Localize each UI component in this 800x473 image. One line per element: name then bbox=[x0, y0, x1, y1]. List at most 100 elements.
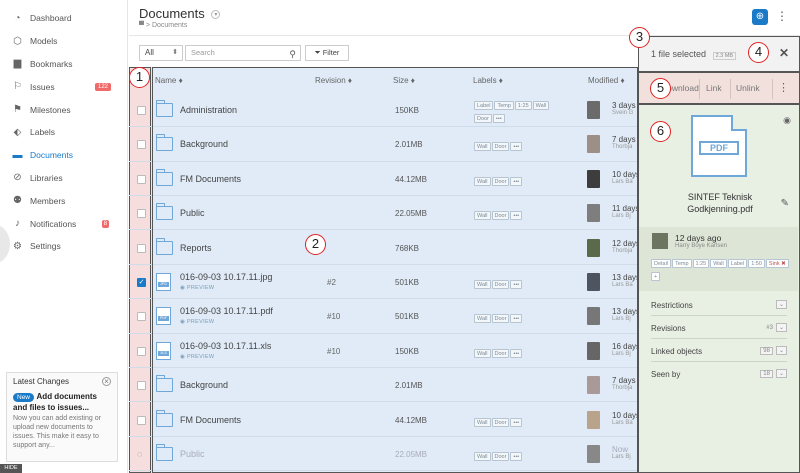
row-checkbox[interactable]: ✓ bbox=[137, 278, 146, 287]
sidebar-item-members[interactable]: ⚉ Members bbox=[0, 189, 127, 212]
link-button[interactable]: Link bbox=[706, 83, 722, 93]
section-seen-by[interactable]: Seen by 18 ⌄ bbox=[651, 369, 787, 379]
preview-link[interactable]: ◉ PREVIEW bbox=[180, 285, 214, 291]
label-tag: Door bbox=[491, 280, 510, 289]
modified-by: Thorbja bbox=[612, 385, 633, 392]
eye-icon[interactable]: ◉ bbox=[783, 115, 791, 126]
select-all-dropdown[interactable]: All ⬍ bbox=[139, 45, 183, 61]
row-name[interactable]: FM Documents bbox=[180, 415, 241, 425]
row-name[interactable]: 016-09-03 10.17.11.jpg bbox=[180, 272, 272, 282]
row-labels: Label Temp 1:25 Wall Door ••• bbox=[474, 99, 558, 125]
modified-by: Lars Ba bbox=[612, 419, 633, 426]
filter-button[interactable]: ⏷ Filter bbox=[305, 45, 349, 61]
pencil-icon[interactable]: ✎ bbox=[781, 198, 789, 209]
sidebar-item-libraries[interactable]: ⊘ Libraries bbox=[0, 167, 127, 190]
breadcrumb: ▀ > Documents bbox=[139, 22, 188, 29]
table-row[interactable]: Administration 150KB Label Temp 1:25 Wall Door… bbox=[129, 94, 638, 128]
column-size[interactable]: Size ♦ bbox=[393, 76, 415, 85]
table-row[interactable]: Background 2.01MB 7 days Thorbja bbox=[129, 369, 638, 403]
more-labels-button[interactable]: ••• bbox=[510, 142, 523, 152]
search-icon[interactable]: ⚲ bbox=[289, 47, 296, 61]
row-checkbox[interactable] bbox=[137, 140, 146, 150]
table-row[interactable]: PDF 016-09-03 10.17.11.pdf ◉ PREVIEW #10 501… bbox=[129, 300, 640, 334]
chevron-down-icon[interactable]: ⌄ bbox=[775, 300, 787, 309]
row-checkbox[interactable] bbox=[137, 415, 146, 425]
row-checkbox[interactable] bbox=[137, 106, 146, 115]
more-vertical-icon[interactable]: ⋮ bbox=[776, 9, 788, 23]
upload-button[interactable]: ⊕ bbox=[752, 9, 768, 25]
preview-link[interactable]: ◉ PREVIEW bbox=[180, 354, 214, 360]
sidebar-item-models[interactable]: ⬡ Models bbox=[0, 30, 127, 53]
row-name[interactable]: Background bbox=[180, 380, 228, 390]
sidebar-item-milestones[interactable]: ⚑ Milestones bbox=[0, 98, 127, 121]
row-checkbox[interactable] bbox=[137, 381, 146, 391]
chevron-down-icon[interactable]: ⌄ bbox=[775, 346, 787, 355]
sidebar-item-label: Settings bbox=[30, 241, 61, 252]
more-labels-button[interactable]: ••• bbox=[510, 211, 523, 221]
row-name[interactable]: Reports bbox=[180, 243, 212, 253]
table-row[interactable]: FM Documents 44.12MB Wall Door ••• 10 days Lar… bbox=[129, 404, 640, 437]
table-row[interactable]: XLS 016-09-03 10.17.11.xls ◉ PREVIEW #10 150… bbox=[129, 335, 640, 369]
row-name[interactable]: Public bbox=[180, 449, 205, 459]
table-row[interactable]: Background 2.01MB Wall Door ••• 7 days Thorbja bbox=[129, 128, 638, 162]
add-tag-button[interactable]: + bbox=[651, 272, 661, 281]
row-checkbox[interactable] bbox=[137, 209, 146, 219]
hide-button[interactable]: HIDE bbox=[0, 464, 22, 473]
section-revisions[interactable]: Revisions #3 ⌄ bbox=[651, 323, 787, 333]
more-labels-button[interactable]: ••• bbox=[510, 348, 523, 358]
more-labels-button[interactable]: ••• bbox=[492, 114, 505, 123]
column-labels[interactable]: Labels ♦ bbox=[473, 76, 503, 85]
table-row[interactable]: Reports 768KB 12 days Thorbja bbox=[129, 232, 640, 265]
chevron-down-icon[interactable]: ⌄ bbox=[775, 323, 787, 332]
more-labels-button[interactable]: ••• bbox=[510, 280, 523, 289]
row-size: 2.01MB bbox=[395, 381, 423, 391]
section-restrictions[interactable]: Restrictions ⌄ bbox=[651, 300, 787, 310]
breadcrumb-item[interactable]: Documents bbox=[152, 22, 187, 29]
sidebar-item-settings[interactable]: ⚙ Settings bbox=[0, 235, 127, 258]
close-icon[interactable]: × bbox=[102, 377, 111, 386]
more-labels-button[interactable]: ••• bbox=[510, 452, 523, 461]
folder-icon bbox=[156, 203, 173, 221]
file-ext-label: XLS bbox=[158, 350, 169, 356]
table-row[interactable]: Public 22.05MB Wall Door ••• 11 days Lars Bj bbox=[129, 197, 639, 231]
row-checkbox[interactable] bbox=[137, 312, 146, 322]
row-name[interactable]: 016-09-03 10.17.11.xls bbox=[180, 341, 271, 351]
row-name[interactable]: FM Documents bbox=[180, 174, 241, 184]
row-checkbox[interactable] bbox=[137, 243, 146, 253]
column-name[interactable]: Name ♦ bbox=[155, 76, 183, 85]
row-name[interactable]: Public bbox=[180, 208, 205, 218]
column-modified[interactable]: Modified ♦ bbox=[588, 76, 625, 85]
more-vertical-icon[interactable]: ⋮ bbox=[778, 81, 789, 94]
sidebar-item-issues[interactable]: ⚐ Issues 122 bbox=[0, 75, 127, 98]
modified-by: Lars Ba bbox=[612, 178, 633, 185]
close-icon[interactable]: ✕ bbox=[779, 46, 789, 60]
table-row[interactable]: FM Documents 44.12MB Wall Door ••• 10 days Lar… bbox=[129, 163, 640, 197]
sidebar-item-dashboard[interactable]: ◔ Dashboard bbox=[0, 7, 127, 30]
chevron-down-icon[interactable]: ▾ bbox=[211, 10, 221, 20]
table-row[interactable]: ✓ JPG 016-09-03 10.17.11.jpg ◉ PREVIEW #2 501… bbox=[129, 266, 640, 300]
row-name[interactable]: Background bbox=[180, 139, 228, 149]
label-tag[interactable]: Sink ✖ bbox=[765, 259, 789, 268]
row-name[interactable]: Administration bbox=[180, 105, 237, 115]
sidebar-item-bookmarks[interactable]: ▆ Bookmarks bbox=[0, 53, 127, 76]
sidebar-item-notifications[interactable]: ♪ Notifications 8 bbox=[0, 212, 127, 235]
preview-link[interactable]: ◉ PREVIEW bbox=[180, 319, 214, 325]
more-labels-button[interactable]: ••• bbox=[510, 314, 523, 324]
more-labels-button[interactable]: ••• bbox=[510, 417, 523, 427]
unlink-button[interactable]: Unlink bbox=[736, 83, 760, 93]
sidebar-item-documents[interactable]: ▬ Documents bbox=[0, 144, 127, 167]
table-row[interactable]: ◌ Public 22.05MB Wall Door ••• Now Lars Bj bbox=[129, 438, 638, 472]
label-tag: Wall bbox=[710, 259, 727, 268]
row-checkbox[interactable] bbox=[137, 346, 146, 356]
search-input[interactable]: Search ⚲ bbox=[185, 45, 301, 61]
row-checkbox[interactable] bbox=[137, 174, 146, 184]
section-linked-objects[interactable]: Linked objects 98 ⌄ bbox=[651, 346, 787, 356]
more-labels-button[interactable]: ••• bbox=[510, 176, 523, 186]
gear-icon: ⚙ bbox=[13, 240, 22, 252]
sidebar-item-labels[interactable]: ⬖ Labels bbox=[0, 121, 127, 144]
section-controls: 98 ⌄ bbox=[757, 346, 787, 355]
row-name[interactable]: 016-09-03 10.17.11.pdf bbox=[180, 306, 273, 316]
chevron-down-icon[interactable]: ⌄ bbox=[775, 369, 787, 378]
column-revision[interactable]: Revision ♦ bbox=[315, 76, 352, 85]
folder-icon bbox=[156, 409, 173, 427]
